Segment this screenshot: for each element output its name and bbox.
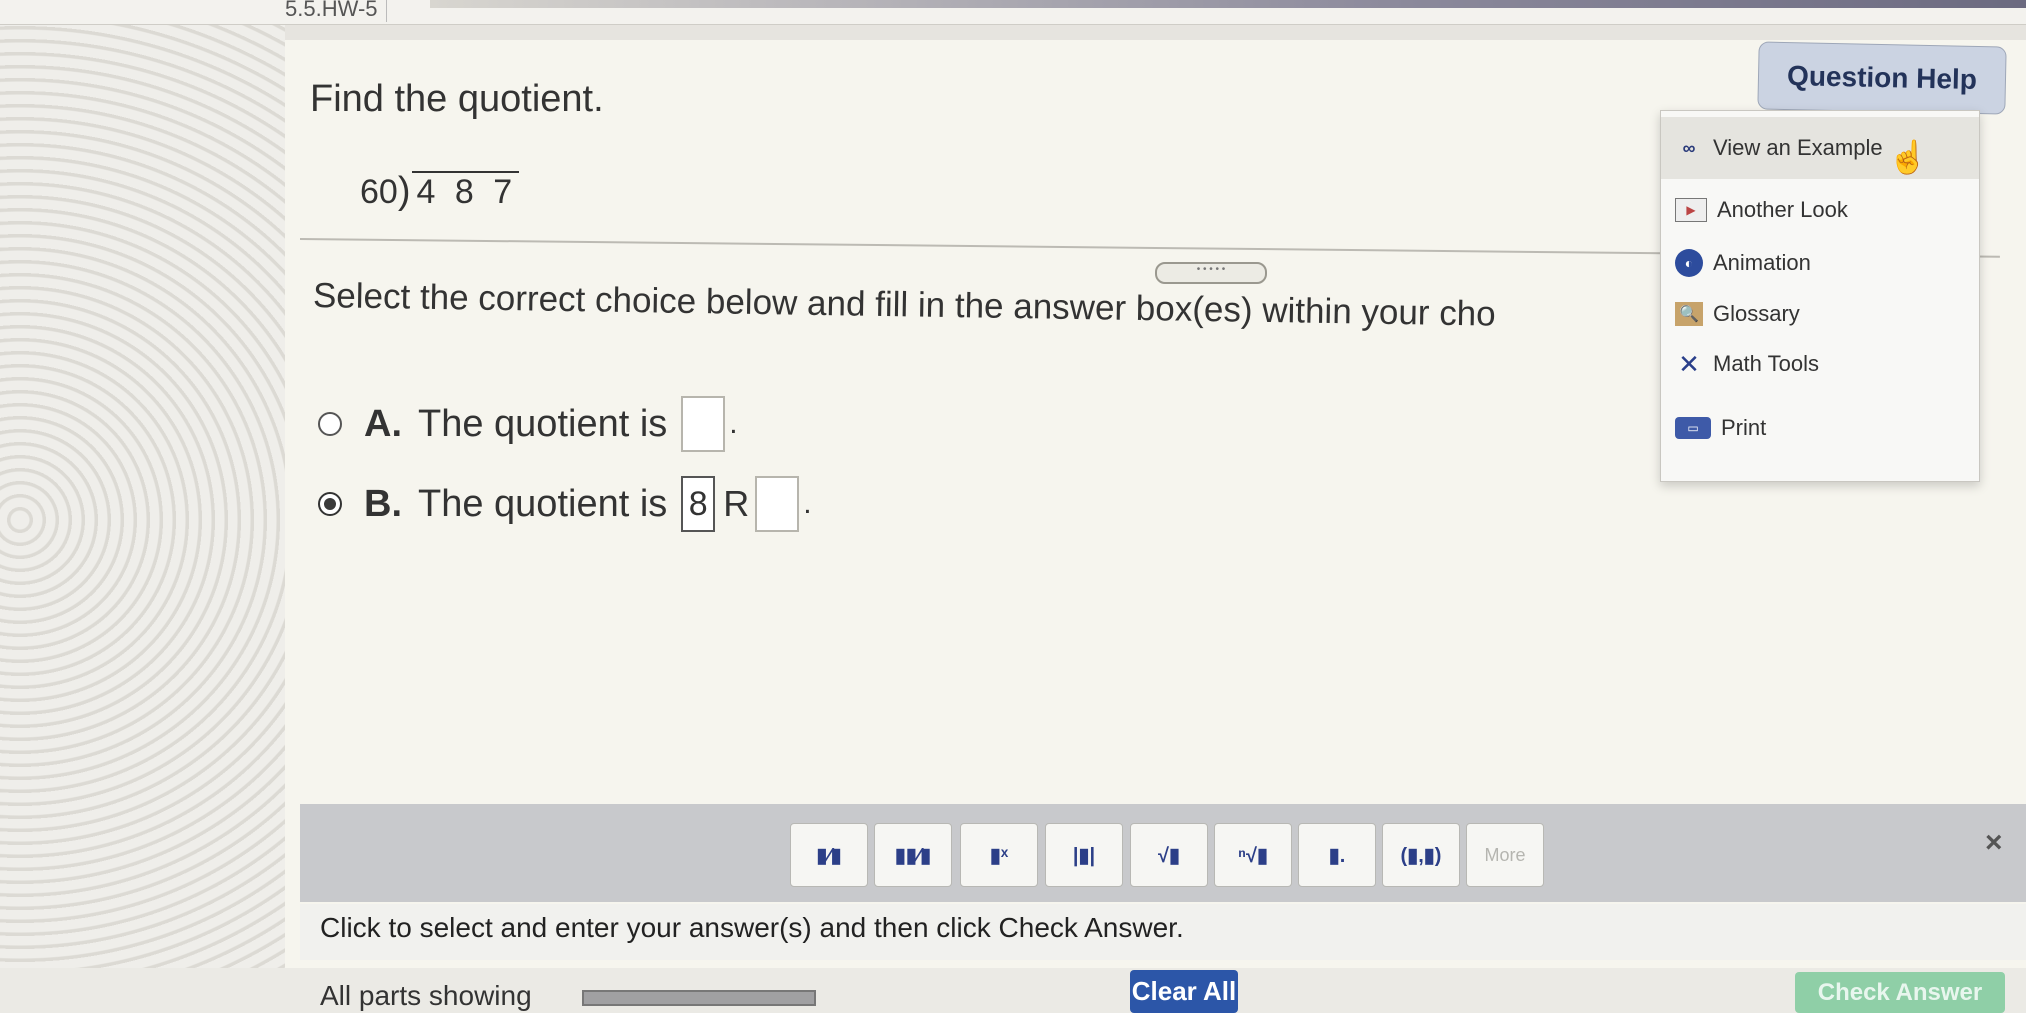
menu-item-print[interactable]: ▭ Print [1675, 415, 1766, 441]
question-help-menu: ∞ View an Example ▶ Another Look ◐ Anima… [1660, 110, 1980, 482]
mixed-number-button[interactable]: ▮▮⁄▮ [874, 823, 952, 887]
question-title: Find the quotient. [310, 78, 604, 120]
radio-choice-b[interactable] [318, 492, 342, 516]
book-search-icon: 🔍 [1675, 302, 1703, 326]
divisor: 60 [360, 173, 398, 211]
question-help-button[interactable]: Question Help [1757, 41, 2007, 115]
assignment-title: 5.5.HW-5 [285, 0, 387, 22]
bottom-bar [0, 968, 2026, 1013]
menu-item-animation[interactable]: ◐ Animation [1675, 249, 1811, 277]
video-icon: ▶ [1675, 198, 1707, 222]
menu-item-math-tools[interactable]: ✕ Math Tools [1675, 348, 1819, 379]
choice-a[interactable]: A. The quotient is . [318, 396, 738, 452]
absolute-value-button[interactable]: |▮| [1045, 823, 1123, 887]
close-toolbar-icon[interactable]: × [1985, 826, 2003, 860]
fraction-button[interactable]: ▮⁄▮ [790, 823, 868, 887]
progress-fill [584, 992, 814, 1004]
clear-all-button[interactable]: Clear All [1130, 970, 1238, 1013]
decimal-button[interactable]: ▮. [1298, 823, 1376, 887]
more-button[interactable]: More [1466, 823, 1544, 887]
dividend: 4 8 7 [412, 171, 520, 212]
menu-item-view-example[interactable]: ∞ View an Example [1661, 117, 1979, 179]
choice-b-letter: B. [364, 482, 402, 525]
remainder-label: R [723, 483, 750, 524]
square-root-button[interactable]: √▮ [1130, 823, 1208, 887]
ordered-pair-button[interactable]: (▮,▮) [1382, 823, 1460, 887]
animation-icon: ◐ [1675, 249, 1703, 277]
menu-item-label: Another Look [1717, 197, 1848, 222]
choice-a-text: The quotient is [418, 402, 668, 445]
background-pattern [0, 0, 285, 1013]
choice-a-period: . [729, 407, 738, 440]
menu-item-glossary[interactable]: 🔍 Glossary [1675, 301, 1800, 327]
choice-b[interactable]: B. The quotient is 8 R . [318, 476, 812, 532]
choice-b-period: . [803, 487, 812, 520]
menu-item-another-look[interactable]: ▶ Another Look [1675, 197, 1848, 223]
answer-box-b-remainder[interactable] [755, 476, 800, 532]
menu-item-label: View an Example [1713, 135, 1883, 160]
menu-item-label: Math Tools [1713, 351, 1819, 376]
menu-item-label: Animation [1713, 250, 1811, 275]
check-answer-button[interactable]: Check Answer [1795, 972, 2005, 1013]
divider-drag-handle[interactable]: • • • • • [1155, 262, 1267, 284]
answer-box-a[interactable] [681, 396, 726, 452]
parts-showing-label: All parts showing [320, 980, 532, 1011]
top-accent-bar [430, 0, 2026, 8]
tools-icon: ✕ [1678, 348, 1700, 379]
long-division-problem: 60) 4 8 7 [360, 170, 520, 213]
status-text: Click to select and enter your answer(s)… [320, 912, 1184, 943]
answer-box-b-quotient[interactable]: 8 [681, 476, 716, 532]
parts-progress-bar [582, 990, 816, 1006]
menu-item-label: Glossary [1713, 301, 1800, 326]
printer-icon: ▭ [1675, 417, 1711, 439]
hand-cursor-icon: ☝ [1888, 139, 1928, 175]
exponent-button[interactable]: ▮ˣ [960, 823, 1038, 887]
radio-choice-a[interactable] [318, 412, 342, 436]
choice-a-letter: A. [364, 402, 402, 445]
binoculars-icon: ∞ [1682, 137, 1696, 158]
nth-root-button[interactable]: ⁿ√▮ [1214, 823, 1292, 887]
division-bracket: ) [397, 170, 411, 212]
choice-b-text: The quotient is [418, 482, 668, 525]
menu-item-label: Print [1721, 415, 1767, 440]
